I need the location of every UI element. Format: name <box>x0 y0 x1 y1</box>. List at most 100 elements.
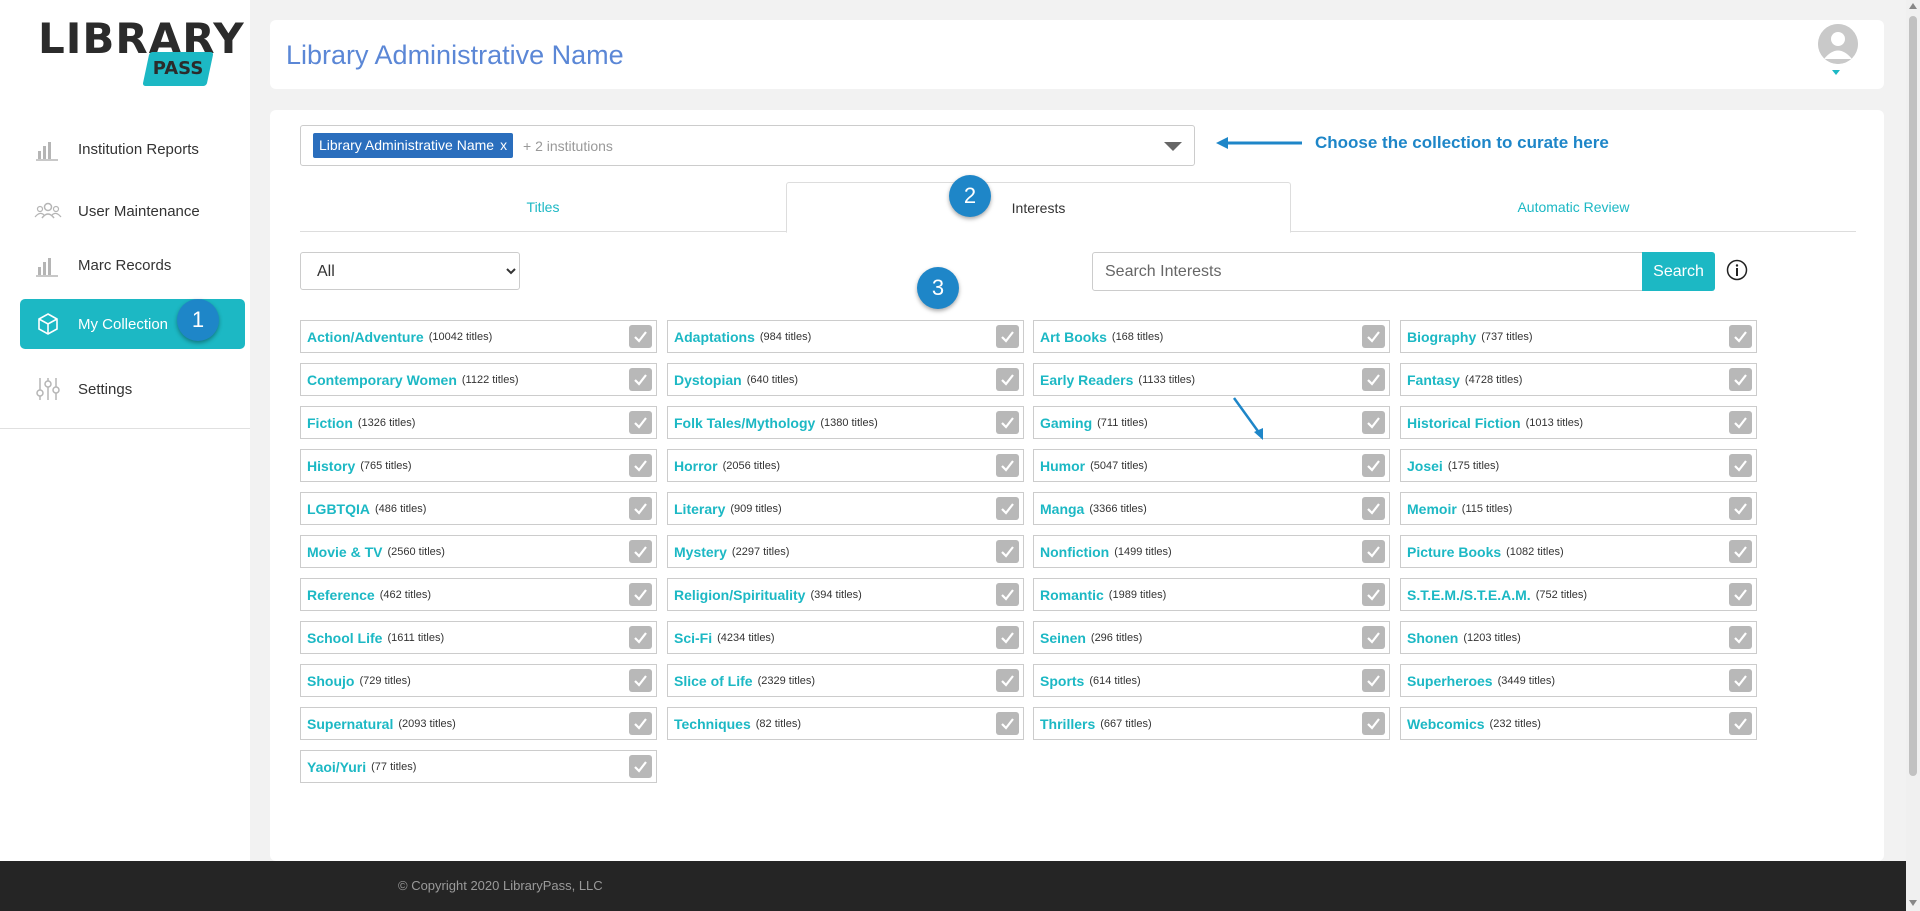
interest-name-link[interactable]: Shoujo <box>307 673 354 689</box>
chip-remove-button[interactable]: x <box>500 137 507 153</box>
interest-checkbox[interactable] <box>1729 368 1752 391</box>
interest-name-link[interactable]: Supernatural <box>307 716 393 732</box>
interest-checkbox[interactable] <box>996 454 1019 477</box>
interest-name-link[interactable]: Manga <box>1040 501 1084 517</box>
interest-name-link[interactable]: Thrillers <box>1040 716 1095 732</box>
interest-checkbox[interactable] <box>629 583 652 606</box>
interest-name-link[interactable]: Religion/Spirituality <box>674 587 805 603</box>
interest-checkbox[interactable] <box>629 540 652 563</box>
interest-name-link[interactable]: Reference <box>307 587 375 603</box>
user-avatar[interactable] <box>1818 24 1858 64</box>
interest-name-link[interactable]: Sci-Fi <box>674 630 712 646</box>
interest-name-link[interactable]: Biography <box>1407 329 1476 345</box>
tab-interests[interactable]: Interests <box>786 182 1291 233</box>
interest-name-link[interactable]: History <box>307 458 355 474</box>
sidebar-item-user-maintenance[interactable]: User Maintenance <box>20 186 245 236</box>
interest-filter-select[interactable]: All <box>300 252 520 290</box>
interest-name-link[interactable]: Seinen <box>1040 630 1086 646</box>
interest-name-link[interactable]: Folk Tales/Mythology <box>674 415 815 431</box>
interest-name-link[interactable]: Picture Books <box>1407 544 1501 560</box>
search-button[interactable]: Search <box>1642 252 1715 291</box>
page-scrollbar[interactable] <box>1906 0 1920 911</box>
interest-name-link[interactable]: LGBTQIA <box>307 501 370 517</box>
interest-name-link[interactable]: Gaming <box>1040 415 1092 431</box>
interest-name-link[interactable]: Historical Fiction <box>1407 415 1521 431</box>
interest-checkbox[interactable] <box>1729 325 1752 348</box>
interest-name-link[interactable]: Slice of Life <box>674 673 753 689</box>
interest-name-link[interactable]: Humor <box>1040 458 1085 474</box>
interest-checkbox[interactable] <box>1362 626 1385 649</box>
interest-name-link[interactable]: Romantic <box>1040 587 1104 603</box>
interest-checkbox[interactable] <box>1729 669 1752 692</box>
tab-titles[interactable]: Titles <box>300 182 786 232</box>
interest-checkbox[interactable] <box>1729 583 1752 606</box>
sidebar-item-settings[interactable]: Settings <box>20 364 245 414</box>
chevron-down-icon[interactable] <box>1164 142 1182 151</box>
interest-checkbox[interactable] <box>996 669 1019 692</box>
interest-checkbox[interactable] <box>996 540 1019 563</box>
interest-checkbox[interactable] <box>629 626 652 649</box>
interest-name-link[interactable]: Movie & TV <box>307 544 382 560</box>
interest-name-link[interactable]: Fiction <box>307 415 353 431</box>
interest-name-link[interactable]: Adaptations <box>674 329 755 345</box>
collection-select[interactable]: Library Administrative Name x + 2 institu… <box>300 125 1195 166</box>
interest-name-link[interactable]: Fantasy <box>1407 372 1460 388</box>
interest-name-link[interactable]: Webcomics <box>1407 716 1485 732</box>
interest-checkbox[interactable] <box>1362 454 1385 477</box>
info-icon[interactable] <box>1725 258 1749 282</box>
interest-checkbox[interactable] <box>1729 712 1752 735</box>
interest-name-link[interactable]: Nonfiction <box>1040 544 1109 560</box>
interest-name-link[interactable]: Contemporary Women <box>307 372 457 388</box>
interest-name-link[interactable]: School Life <box>307 630 382 646</box>
interest-checkbox[interactable] <box>629 669 652 692</box>
interest-checkbox[interactable] <box>1362 411 1385 434</box>
interest-name-link[interactable]: Action/Adventure <box>307 329 424 345</box>
interest-name-link[interactable]: Memoir <box>1407 501 1457 517</box>
interest-checkbox[interactable] <box>1729 411 1752 434</box>
interest-name-link[interactable]: Mystery <box>674 544 727 560</box>
interest-checkbox[interactable] <box>996 626 1019 649</box>
scroll-up-icon[interactable] <box>1909 3 1917 9</box>
interest-name-link[interactable]: Superheroes <box>1407 673 1493 689</box>
scroll-thumb[interactable] <box>1909 16 1917 776</box>
interest-name-link[interactable]: Josei <box>1407 458 1443 474</box>
interest-checkbox[interactable] <box>1362 368 1385 391</box>
interest-checkbox[interactable] <box>1729 626 1752 649</box>
interest-checkbox[interactable] <box>629 497 652 520</box>
interest-checkbox[interactable] <box>996 583 1019 606</box>
librarypass-logo[interactable]: LIBRARY PASS <box>36 14 244 86</box>
interest-checkbox[interactable] <box>1362 325 1385 348</box>
interest-checkbox[interactable] <box>629 368 652 391</box>
chevron-down-icon[interactable] <box>1832 70 1840 75</box>
interest-checkbox[interactable] <box>996 325 1019 348</box>
interest-checkbox[interactable] <box>629 325 652 348</box>
search-interests-input[interactable] <box>1092 252 1643 291</box>
interest-checkbox[interactable] <box>1729 540 1752 563</box>
interest-checkbox[interactable] <box>629 712 652 735</box>
interest-name-link[interactable]: S.T.E.M./S.T.E.A.M. <box>1407 587 1531 603</box>
interest-name-link[interactable]: Early Readers <box>1040 372 1133 388</box>
interest-name-link[interactable]: Sports <box>1040 673 1084 689</box>
interest-name-link[interactable]: Yaoi/Yuri <box>307 759 366 775</box>
interest-checkbox[interactable] <box>996 411 1019 434</box>
interest-name-link[interactable]: Horror <box>674 458 718 474</box>
interest-checkbox[interactable] <box>996 368 1019 391</box>
interest-checkbox[interactable] <box>629 755 652 778</box>
interest-checkbox[interactable] <box>1362 583 1385 606</box>
sidebar-item-marc-records[interactable]: Marc Records <box>20 240 245 290</box>
interest-checkbox[interactable] <box>1362 540 1385 563</box>
interest-name-link[interactable]: Art Books <box>1040 329 1107 345</box>
interest-checkbox[interactable] <box>1362 497 1385 520</box>
interest-checkbox[interactable] <box>1362 669 1385 692</box>
sidebar-item-institution-reports[interactable]: Institution Reports <box>20 124 245 174</box>
interest-name-link[interactable]: Dystopian <box>674 372 742 388</box>
interest-checkbox[interactable] <box>1729 454 1752 477</box>
tab-automatic-review[interactable]: Automatic Review <box>1291 182 1856 232</box>
interest-checkbox[interactable] <box>996 712 1019 735</box>
interest-name-link[interactable]: Techniques <box>674 716 751 732</box>
interest-name-link[interactable]: Literary <box>674 501 725 517</box>
interest-checkbox[interactable] <box>1729 497 1752 520</box>
interest-name-link[interactable]: Shonen <box>1407 630 1458 646</box>
interest-checkbox[interactable] <box>996 497 1019 520</box>
interest-checkbox[interactable] <box>629 454 652 477</box>
